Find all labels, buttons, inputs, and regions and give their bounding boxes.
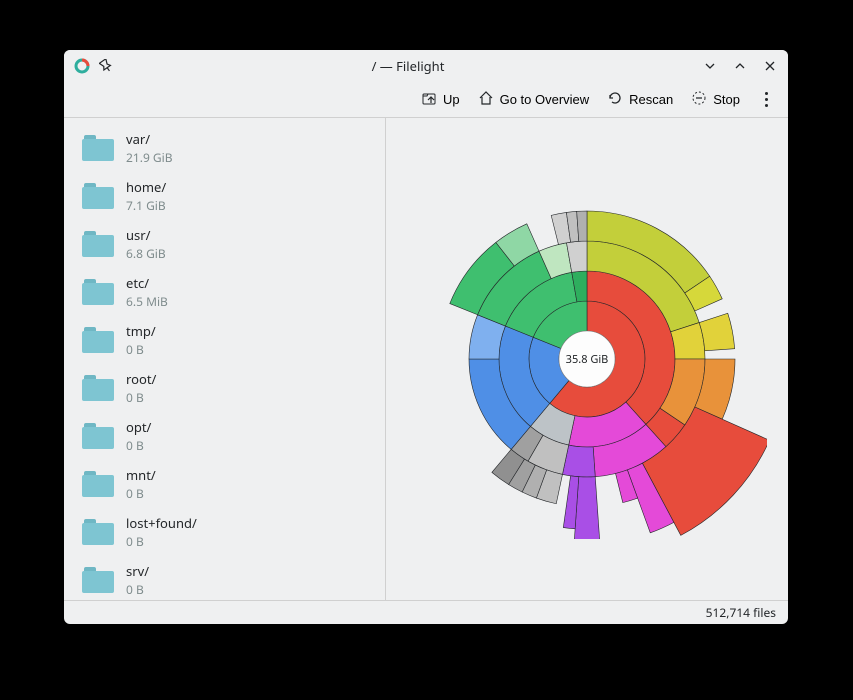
window-title: / — Filelight [114,57,702,75]
folder-size: 0 B [126,533,197,550]
rescan-button[interactable]: Rescan [607,90,673,109]
folder-icon [82,519,114,545]
sunburst-segment[interactable] [699,313,734,351]
rescan-label: Rescan [629,92,673,107]
stop-button[interactable]: Stop [691,90,740,109]
titlebar[interactable]: / — Filelight [64,50,788,82]
folder-name: usr/ [126,226,166,244]
overview-label: Go to Overview [500,92,590,107]
folder-size: 7.1 GiB [126,197,166,214]
folder-item[interactable]: mnt/0 B [64,460,385,508]
filelight-icon [74,58,90,74]
folder-list[interactable]: var/21.9 GiBhome/7.1 GiBusr/6.8 GiBetc/6… [64,118,386,600]
folder-icon [82,423,114,449]
folder-size: 0 B [126,389,156,406]
folder-name: opt/ [126,418,151,436]
close-button[interactable] [762,58,778,74]
folder-name: lost+found/ [126,514,197,532]
folder-name: etc/ [126,274,168,292]
overview-button[interactable]: Go to Overview [478,90,590,109]
chart-center-label: 35.8 GiB [566,352,609,367]
folder-size: 0 B [126,581,149,598]
menu-button[interactable] [758,92,774,107]
up-icon [421,90,437,109]
folder-size: 21.9 GiB [126,149,173,166]
folder-icon [82,375,114,401]
folder-size: 0 B [126,341,156,358]
folder-icon [82,327,114,353]
file-count: 512,714 files [706,604,776,621]
up-button[interactable]: Up [421,90,460,109]
folder-name: mnt/ [126,466,156,484]
folder-item[interactable]: root/0 B [64,364,385,412]
folder-item[interactable]: lost+found/0 B [64,508,385,556]
folder-size: 6.5 MiB [126,293,168,310]
refresh-icon [607,90,623,109]
folder-icon [82,135,114,161]
stop-icon [691,90,707,109]
folder-size: 0 B [126,437,151,454]
folder-item[interactable]: home/7.1 GiB [64,172,385,220]
sunburst-segment[interactable] [577,211,587,241]
folder-name: home/ [126,178,166,196]
folder-name: srv/ [126,562,149,580]
folder-item[interactable]: var/21.9 GiB [64,124,385,172]
folder-size: 0 B [126,485,156,502]
folder-icon [82,471,114,497]
folder-name: var/ [126,130,173,148]
maximize-button[interactable] [732,58,748,74]
stop-label: Stop [713,92,740,107]
home-icon [478,90,494,109]
toolbar: Up Go to Overview Rescan Stop [64,82,788,118]
folder-item[interactable]: etc/6.5 MiB [64,268,385,316]
minimize-button[interactable] [702,58,718,74]
up-label: Up [443,92,460,107]
app-window: / — Filelight Up Go to Overview [64,50,788,624]
folder-item[interactable]: tmp/0 B [64,316,385,364]
folder-size: 6.8 GiB [126,245,166,262]
folder-item[interactable]: srv/0 B [64,556,385,600]
sunburst-chart[interactable]: 35.8 GiB [386,118,788,600]
folder-icon [82,279,114,305]
folder-name: root/ [126,370,156,388]
pin-icon[interactable] [98,58,114,74]
folder-icon [82,567,114,593]
folder-item[interactable]: opt/0 B [64,412,385,460]
folder-icon [82,231,114,257]
statusbar: 512,714 files [64,600,788,624]
folder-item[interactable]: usr/6.8 GiB [64,220,385,268]
content-area: var/21.9 GiBhome/7.1 GiBusr/6.8 GiBetc/6… [64,118,788,600]
folder-icon [82,183,114,209]
folder-name: tmp/ [126,322,156,340]
